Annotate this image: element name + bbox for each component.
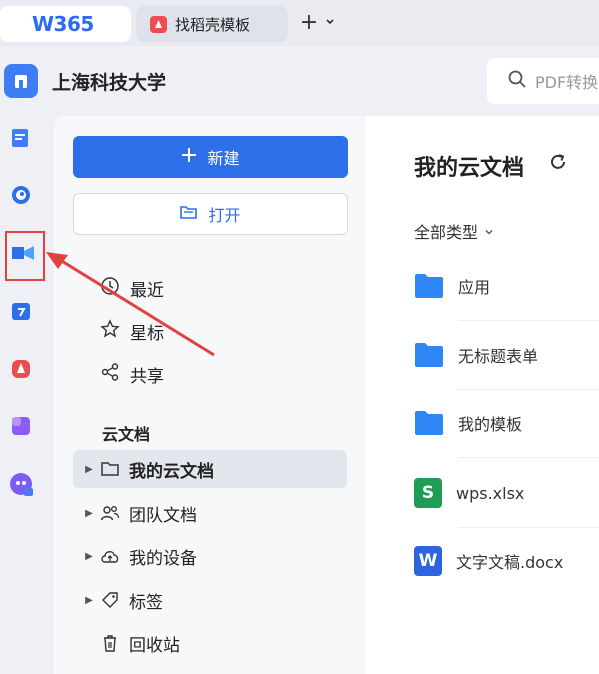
folder-icon xyxy=(414,410,444,436)
tree-label: 我的设备 xyxy=(129,548,197,569)
folder-icon xyxy=(414,273,444,299)
nav-item-recent[interactable]: 最近 xyxy=(100,274,164,302)
folder-open-icon xyxy=(180,204,198,224)
expand-caret-icon[interactable]: ▶ xyxy=(73,595,99,606)
cloud-upload-icon xyxy=(99,545,121,567)
tree-item-my-devices[interactable]: ▶ 我的设备 xyxy=(73,537,347,575)
expand-caret-icon[interactable]: ▶ xyxy=(73,551,99,562)
file-name: 无标题表单 xyxy=(458,347,539,366)
file-name: wps.xlsx xyxy=(456,483,525,503)
tree-item-tags[interactable]: ▶ 标签 xyxy=(73,581,347,619)
star-icon xyxy=(100,318,120,344)
search-input[interactable]: PDF转换 xyxy=(487,58,599,104)
docer-icon xyxy=(150,15,167,33)
tab-label: 找稻壳模板 xyxy=(175,15,251,34)
tree-label: 我的云文档 xyxy=(129,461,214,482)
nav-item-shared[interactable]: 共享 xyxy=(100,360,164,388)
file-row[interactable]: 我的模板 xyxy=(414,389,599,457)
nav-label: 共享 xyxy=(130,366,164,387)
section-title-cloud-docs: 云文档 xyxy=(102,425,151,444)
search-placeholder: PDF转换 xyxy=(535,73,599,92)
page-title: 我的云文档 xyxy=(414,156,525,181)
nav-item-starred[interactable]: 星标 xyxy=(100,317,164,345)
expand-caret-icon[interactable]: ▶ xyxy=(73,508,99,519)
spreadsheet-icon: S xyxy=(414,478,442,508)
file-name: 我的模板 xyxy=(458,415,523,434)
chevron-down-icon xyxy=(484,222,494,241)
ai-assistant-icon[interactable] xyxy=(6,469,36,499)
folder-icon xyxy=(414,342,444,368)
docer-app-icon[interactable] xyxy=(6,354,36,384)
tree-label: 回收站 xyxy=(129,635,180,656)
document-icon[interactable] xyxy=(6,123,36,153)
chat-icon[interactable] xyxy=(6,180,36,210)
plus-icon xyxy=(181,147,197,167)
filter-label: 全部类型 xyxy=(414,223,479,242)
tree-label: 团队文档 xyxy=(129,505,197,526)
open-button-label: 打开 xyxy=(208,206,241,225)
trash-icon xyxy=(99,632,121,654)
file-name: 应用 xyxy=(458,278,491,297)
file-name: 文字文稿.docx xyxy=(456,553,564,572)
file-row[interactable]: W 文字文稿.docx xyxy=(414,527,599,595)
file-row[interactable]: 应用 xyxy=(414,252,599,320)
org-logo-icon[interactable] xyxy=(4,64,38,98)
tab-docer-templates[interactable]: 找稻壳模板 xyxy=(136,6,288,42)
word-document-icon: W xyxy=(414,546,442,576)
tab-home[interactable]: W365 xyxy=(0,6,131,42)
share-icon xyxy=(100,362,120,387)
file-row[interactable]: S wps.xlsx xyxy=(414,459,599,527)
app-square-icon[interactable] xyxy=(6,411,36,441)
clock-icon xyxy=(100,276,120,301)
tree-item-trash[interactable]: 回收站 xyxy=(73,624,347,662)
refresh-icon[interactable] xyxy=(548,152,570,174)
new-tab-button[interactable]: + xyxy=(298,10,320,36)
new-button[interactable]: 新建 xyxy=(73,136,348,178)
nav-label: 最近 xyxy=(130,280,164,301)
org-name: 上海科技大学 xyxy=(52,72,167,94)
w365-logo: W365 xyxy=(32,12,94,36)
tree-item-team-docs[interactable]: ▶ 团队文档 xyxy=(73,494,347,532)
folder-icon xyxy=(99,458,121,480)
tree-label: 标签 xyxy=(129,592,163,613)
file-row[interactable]: 无标题表单 xyxy=(414,321,599,389)
team-icon xyxy=(99,502,121,524)
tab-menu-chevron-icon[interactable] xyxy=(324,14,338,30)
new-button-label: 新建 xyxy=(207,149,240,168)
tree-item-my-cloud-docs[interactable]: ▶ 我的云文档 xyxy=(73,450,347,488)
row-divider xyxy=(458,457,599,458)
meeting-icon[interactable] xyxy=(8,238,38,268)
type-filter-dropdown[interactable]: 全部类型 xyxy=(414,219,494,243)
tag-icon xyxy=(99,589,121,611)
expand-caret-icon[interactable]: ▶ xyxy=(73,464,99,475)
search-icon xyxy=(507,69,527,93)
nav-label: 星标 xyxy=(130,323,164,344)
open-button[interactable]: 打开 xyxy=(73,193,348,235)
calendar-icon[interactable] xyxy=(6,296,36,326)
